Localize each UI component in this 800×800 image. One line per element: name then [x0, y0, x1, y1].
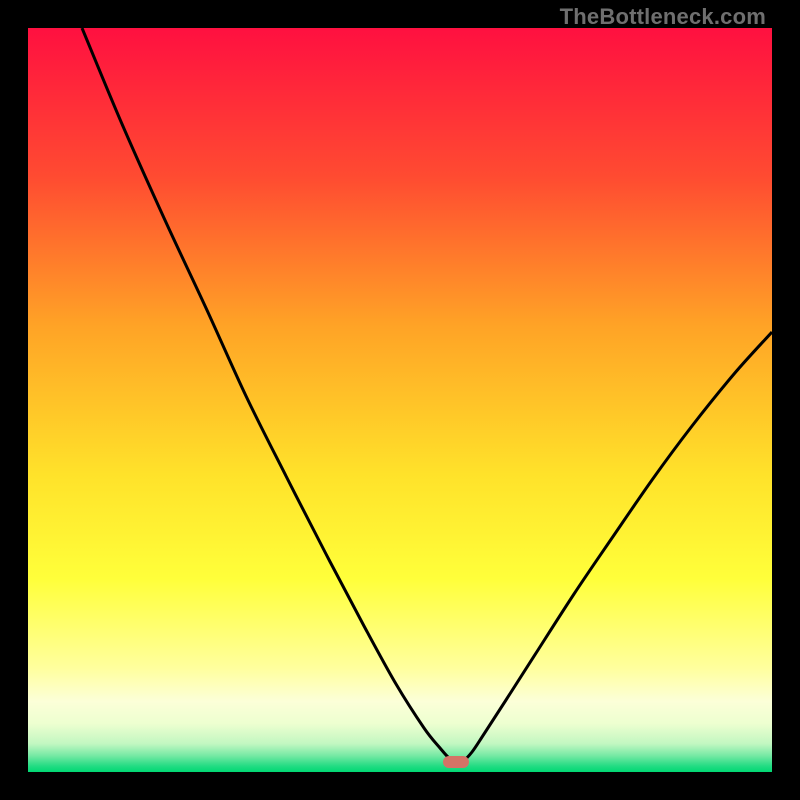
chart-plot-area [28, 28, 772, 772]
bottleneck-curve [28, 28, 772, 772]
watermark-text: TheBottleneck.com [560, 4, 766, 30]
chart-frame [28, 28, 772, 772]
optimum-marker [443, 756, 469, 768]
